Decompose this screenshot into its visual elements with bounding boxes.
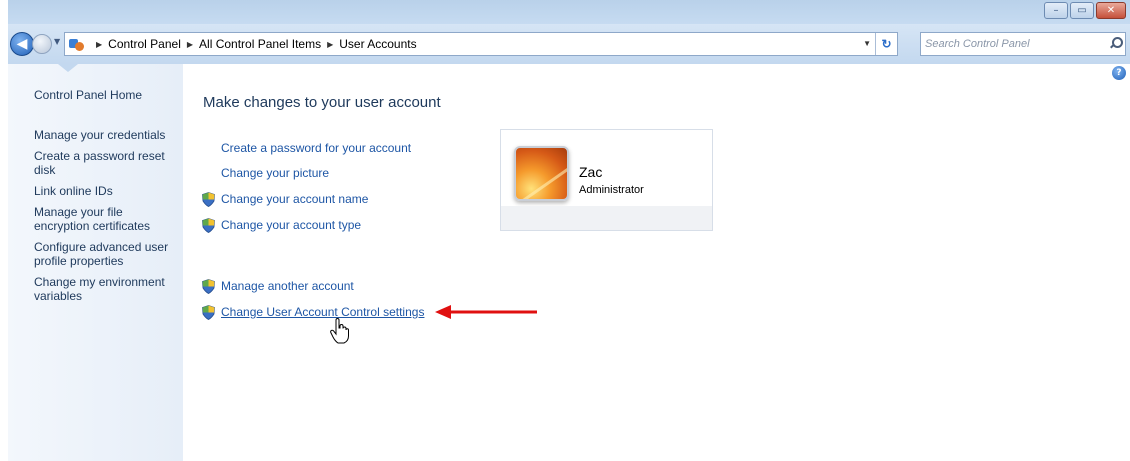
task-change-account-name[interactable]: Change your account name <box>221 192 368 206</box>
navigation-toolbar: ◀ ▼ ▶ Control Panel ▶ All Control Panel … <box>8 24 1130 64</box>
nav-link-file-encryption[interactable]: Manage your file encryption certificates <box>34 205 179 233</box>
window-controls: – ▭ ✕ <box>1044 2 1126 19</box>
pane-notch <box>58 64 78 72</box>
left-nav-list: Manage your credentials Create a passwor… <box>34 128 179 310</box>
nav-link-online-ids[interactable]: Link online IDs <box>34 184 179 198</box>
address-dropdown-icon[interactable]: ▼ <box>863 39 871 48</box>
refresh-icon: ↻ <box>881 37 892 51</box>
breadcrumb-control-panel[interactable]: Control Panel <box>108 37 181 51</box>
task-change-picture[interactable]: Change your picture <box>221 166 329 180</box>
task-change-account-type[interactable]: Change your account type <box>221 218 361 232</box>
back-arrow-icon: ◀ <box>16 36 28 52</box>
forward-button[interactable] <box>32 34 52 54</box>
breadcrumb-separator-icon[interactable]: ▶ <box>187 40 193 49</box>
hand-cursor-icon <box>330 318 349 344</box>
task-create-password[interactable]: Create a password for your account <box>221 141 411 155</box>
help-icon[interactable]: ? <box>1112 66 1126 80</box>
back-button[interactable]: ◀ <box>10 32 34 56</box>
recent-pages-dropdown[interactable]: ▼ <box>54 37 60 46</box>
window-title-bar: – ▭ ✕ <box>8 0 1130 24</box>
page-title: Make changes to your user account <box>203 94 441 111</box>
account-role: Administrator <box>579 184 644 196</box>
search-box[interactable] <box>920 32 1126 56</box>
nav-link-environment-variables[interactable]: Change my environment variables <box>34 275 179 303</box>
task-change-uac-settings[interactable]: Change User Account Control settings <box>221 305 424 319</box>
control-panel-icon <box>69 37 85 51</box>
maximize-button[interactable]: ▭ <box>1070 2 1094 19</box>
breadcrumb-user-accounts[interactable]: User Accounts <box>339 37 416 51</box>
nav-link-manage-credentials[interactable]: Manage your credentials <box>34 128 179 142</box>
task-change-uac-settings-row[interactable]: Change User Account Control settings <box>202 305 424 320</box>
address-bar[interactable]: ▶ Control Panel ▶ All Control Panel Item… <box>64 32 898 56</box>
breadcrumb-all-items[interactable]: All Control Panel Items <box>199 37 321 51</box>
breadcrumb-separator-icon[interactable]: ▶ <box>327 40 333 49</box>
account-card-footer <box>501 206 712 230</box>
account-name: Zac <box>579 164 603 180</box>
left-nav-pane: Control Panel Home Manage your credentia… <box>8 64 183 461</box>
task-change-account-name-row[interactable]: Change your account name <box>202 192 368 207</box>
task-change-account-type-row[interactable]: Change your account type <box>202 218 361 233</box>
search-icon[interactable] <box>1109 37 1123 49</box>
uac-shield-icon <box>202 218 215 233</box>
minimize-button[interactable]: – <box>1044 2 1068 19</box>
close-button[interactable]: ✕ <box>1096 2 1126 19</box>
user-avatar[interactable] <box>514 146 569 201</box>
nav-link-advanced-profile[interactable]: Configure advanced user profile properti… <box>34 240 179 268</box>
uac-shield-icon <box>202 192 215 207</box>
nav-link-password-reset-disk[interactable]: Create a password reset disk <box>34 149 179 177</box>
breadcrumb-separator-icon[interactable]: ▶ <box>96 40 102 49</box>
refresh-button[interactable]: ↻ <box>875 33 897 55</box>
task-manage-another-account[interactable]: Manage another account <box>221 279 354 293</box>
uac-shield-icon <box>202 279 215 294</box>
control-panel-home-link[interactable]: Control Panel Home <box>34 88 142 102</box>
account-card: Zac Administrator <box>500 129 713 231</box>
search-input[interactable] <box>925 38 1095 50</box>
annotation-arrow-icon <box>435 305 537 319</box>
uac-shield-icon <box>202 305 215 320</box>
task-manage-another-account-row[interactable]: Manage another account <box>202 279 354 294</box>
